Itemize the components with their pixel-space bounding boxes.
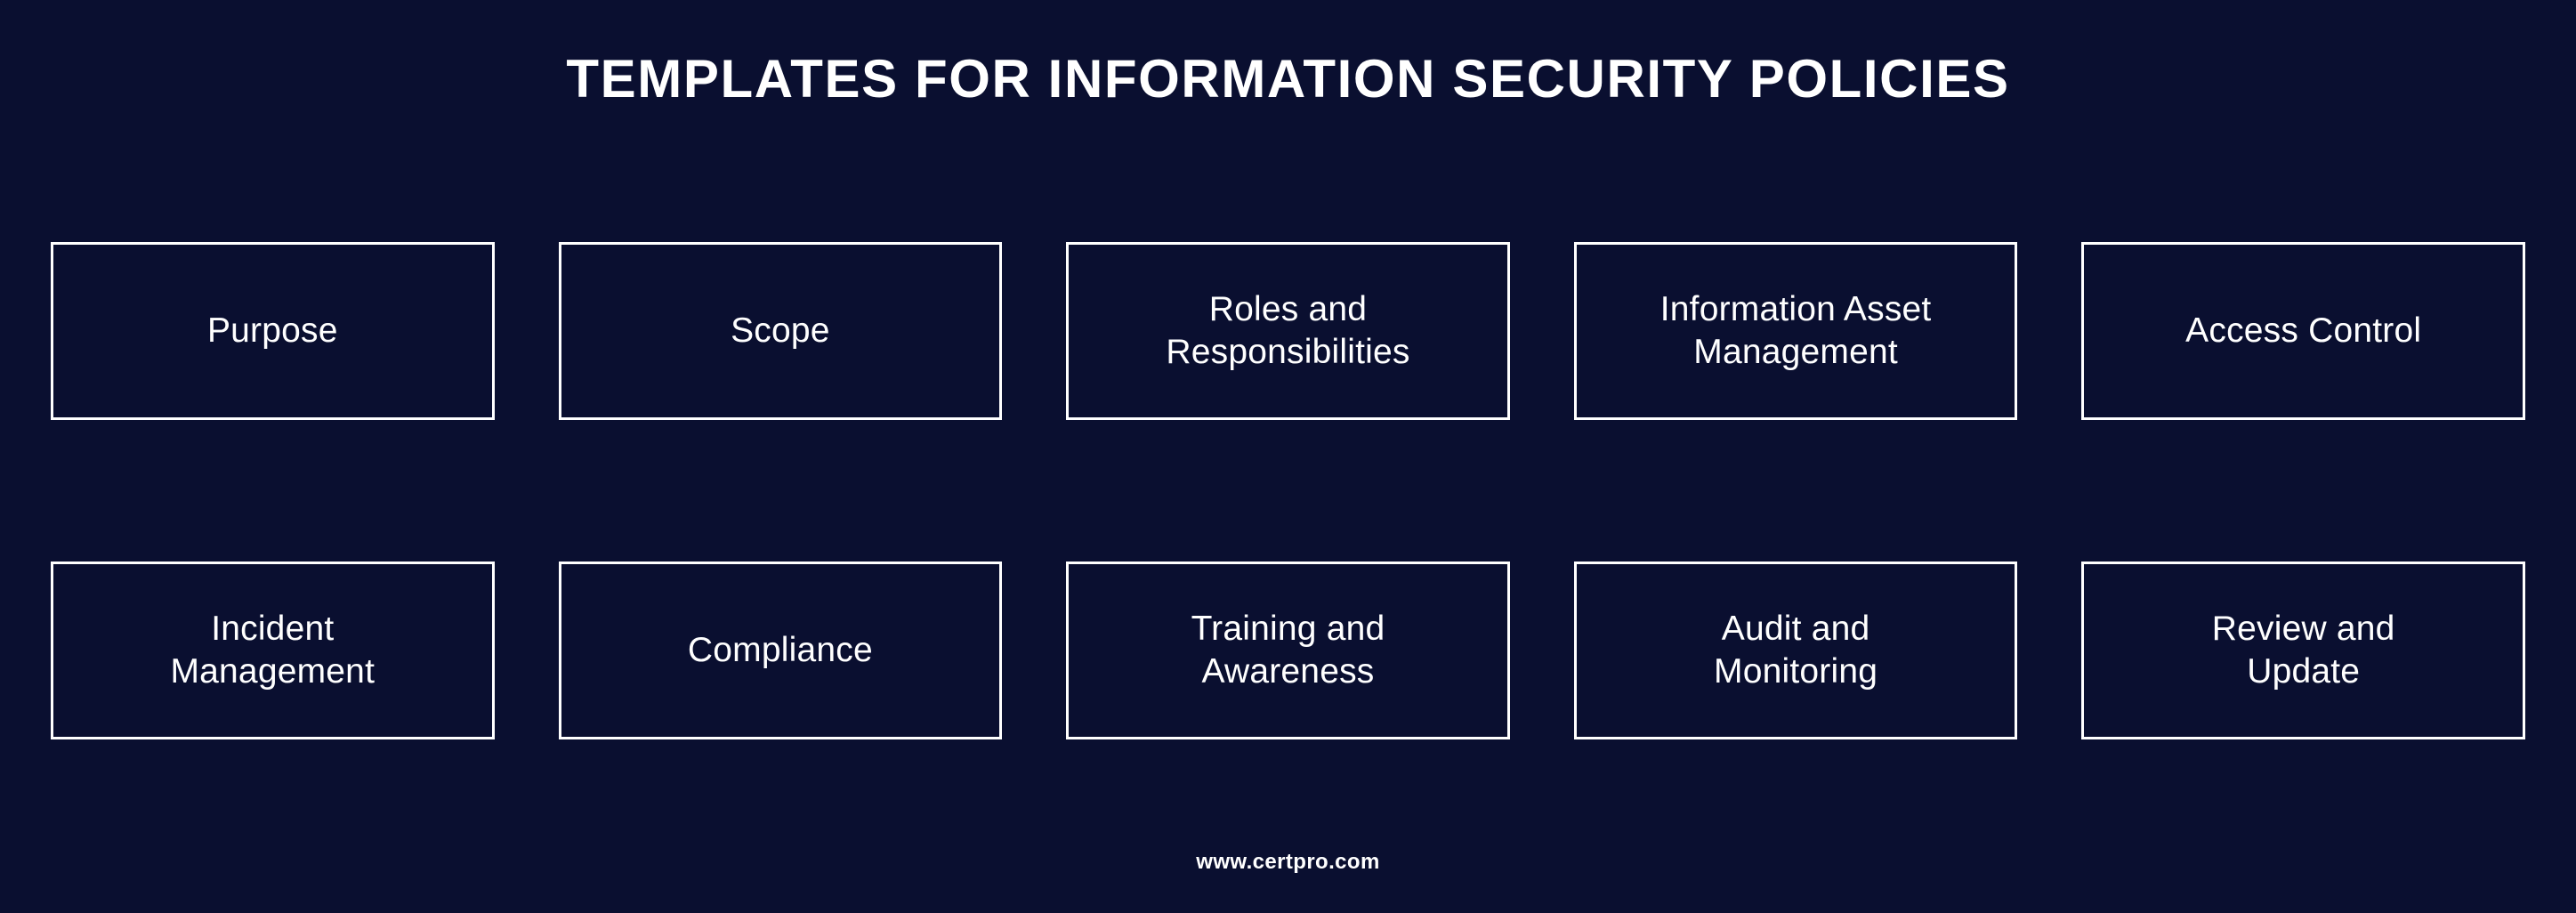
tile-label: Compliance [687, 631, 873, 670]
tile-review-and-update[interactable]: Review and Update [2081, 562, 2525, 739]
tile-label: Purpose [206, 311, 338, 351]
tile-row-second: Incident Management Compliance Training … [51, 562, 2525, 739]
tile-label: Information Asset Management [1659, 290, 1932, 371]
tile-label: Scope [731, 311, 830, 351]
tile-label: Review and Update [2211, 610, 2395, 691]
tile-training-and-awareness[interactable]: Training and Awareness [1066, 562, 1510, 739]
tile-scope[interactable]: Scope [558, 242, 1003, 420]
page-title: TEMPLATES FOR INFORMATION SECURITY POLIC… [566, 49, 2010, 109]
tile-label: Training and Awareness [1191, 610, 1385, 691]
tile-label: Incident Management [170, 610, 375, 691]
tile-roles-and-responsibilities[interactable]: Roles and Responsibilities [1066, 242, 1510, 420]
tile-label: Roles and Responsibilities [1166, 290, 1410, 371]
footer-website-url[interactable]: www.certpro.com [0, 850, 2576, 875]
tile-compliance[interactable]: Compliance [558, 562, 1003, 739]
tile-purpose[interactable]: Purpose [51, 242, 495, 420]
tile-label: Audit and Monitoring [1714, 610, 1878, 691]
tile-information-asset-management[interactable]: Information Asset Management [1573, 242, 2018, 420]
tile-row-first: Purpose Scope Roles and Responsibilities… [51, 242, 2525, 420]
tile-access-control[interactable]: Access Control [2081, 242, 2525, 420]
tile-incident-management[interactable]: Incident Management [51, 562, 495, 739]
tile-audit-and-monitoring[interactable]: Audit and Monitoring [1573, 562, 2018, 739]
tile-label: Access Control [2185, 311, 2422, 351]
infographic-poster: TEMPLATES FOR INFORMATION SECURITY POLIC… [0, 0, 2576, 913]
